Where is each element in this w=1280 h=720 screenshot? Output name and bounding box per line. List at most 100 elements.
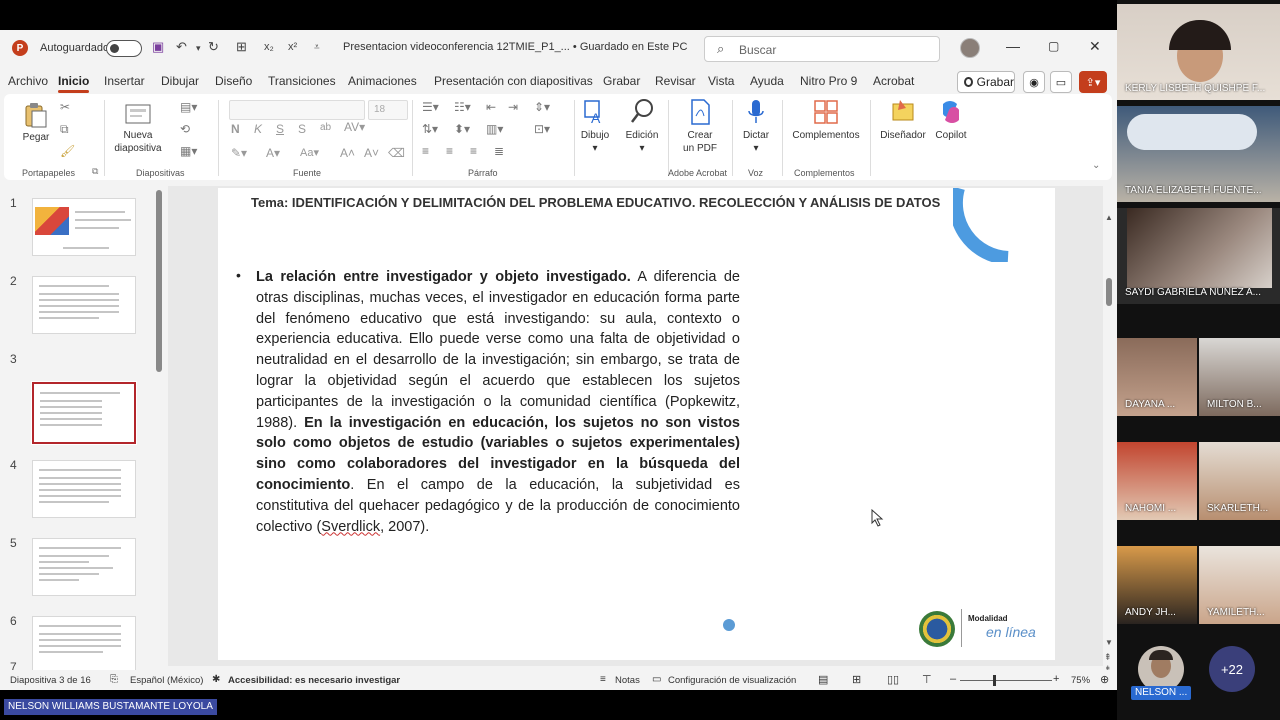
tab-transiciones[interactable]: Transiciones bbox=[268, 74, 336, 88]
increase-indent-icon[interactable]: ⇥ bbox=[508, 100, 518, 114]
justify-icon[interactable]: ≣ bbox=[494, 144, 504, 158]
copy-icon[interactable]: ⧉ bbox=[60, 122, 69, 137]
undo-icon[interactable]: ↶ bbox=[176, 39, 187, 55]
display-settings-button[interactable]: Configuración de visualización bbox=[668, 675, 796, 686]
minimize-icon[interactable]: — bbox=[1006, 38, 1020, 54]
strikethrough-icon[interactable]: S bbox=[298, 122, 306, 136]
comments-icon[interactable]: ▭ bbox=[1050, 71, 1072, 93]
participant-tile[interactable]: MILTON B... bbox=[1199, 338, 1280, 416]
tab-dibujar[interactable]: Dibujar bbox=[161, 74, 199, 88]
reset-icon[interactable]: ⟲ bbox=[180, 122, 190, 136]
dictate-button[interactable]: Dictar ▾ bbox=[738, 98, 774, 155]
more-participants-button[interactable]: +22 bbox=[1209, 646, 1255, 692]
share-icon[interactable]: ⇪▾ bbox=[1079, 71, 1107, 93]
grow-font-icon[interactable]: A˄ bbox=[340, 146, 355, 160]
char-spacing-icon[interactable]: ab bbox=[320, 122, 331, 133]
copilot-button[interactable]: Copilot bbox=[932, 98, 970, 142]
section-icon[interactable]: ▦▾ bbox=[180, 144, 197, 158]
tab-insertar[interactable]: Insertar bbox=[104, 74, 145, 88]
smartart-icon[interactable]: ⊡▾ bbox=[534, 122, 550, 136]
restore-icon[interactable]: ▢ bbox=[1048, 39, 1059, 53]
participant-tile[interactable]: KERLY LISBETH QUISHPE F... bbox=[1117, 4, 1280, 100]
camera-icon[interactable]: ◉ bbox=[1023, 71, 1045, 93]
slide-scrollbar[interactable]: ▲ ▼ ⇞ ⇟ bbox=[1104, 213, 1114, 676]
tab-animaciones[interactable]: Animaciones bbox=[348, 74, 417, 88]
fit-slide-icon[interactable]: ⊕ bbox=[1100, 673, 1109, 686]
align-center-icon[interactable]: ≡ bbox=[446, 144, 453, 158]
drawing-button[interactable]: A Dibujo ▾ bbox=[578, 98, 612, 155]
align-right-icon[interactable]: ≡ bbox=[470, 144, 477, 158]
tab-ayuda[interactable]: Ayuda bbox=[750, 74, 784, 88]
change-case-icon[interactable]: AV▾ bbox=[344, 120, 365, 134]
tab-presentacion[interactable]: Presentación con diapositivas bbox=[434, 74, 593, 88]
highlight-icon[interactable]: ✎▾ bbox=[231, 146, 247, 160]
scroll-down-icon[interactable]: ▼ bbox=[1105, 638, 1113, 647]
start-presentation-icon[interactable]: ⊞ bbox=[236, 39, 247, 55]
line-spacing-icon[interactable]: ⇕▾ bbox=[534, 100, 550, 114]
subscript-icon[interactable]: x₂ bbox=[264, 41, 274, 53]
previous-slide-icon[interactable]: ⇞ bbox=[1104, 652, 1112, 663]
slideshow-icon[interactable]: ⊤ bbox=[922, 673, 932, 686]
normal-view-icon[interactable]: ▤ bbox=[818, 673, 828, 686]
format-painter-icon[interactable]: 🖌 bbox=[60, 144, 75, 158]
participant-tile[interactable]: TANIA ELIZABETH FUENTE... bbox=[1117, 106, 1280, 202]
participant-tile[interactable]: NAHOMI ... bbox=[1117, 442, 1197, 520]
tab-inicio[interactable]: Inicio bbox=[58, 74, 90, 93]
record-button[interactable]: Grabar bbox=[957, 71, 1015, 93]
align-left-icon[interactable]: ≡ bbox=[422, 144, 429, 158]
zoom-out-icon[interactable]: – bbox=[950, 673, 956, 685]
zoom-slider-knob[interactable] bbox=[993, 675, 996, 686]
zoom-level[interactable]: 75% bbox=[1071, 675, 1090, 686]
dialog-launcher-icon[interactable]: ⧉ bbox=[92, 166, 98, 177]
new-slide-button[interactable]: Nueva diapositiva bbox=[110, 102, 166, 155]
participant-tile[interactable]: SKARLETH... bbox=[1199, 442, 1280, 520]
clear-format-icon[interactable]: ⌫ bbox=[388, 146, 405, 160]
save-icon[interactable]: ▣ bbox=[152, 39, 164, 55]
current-slide[interactable]: Tema: IDENTIFICACIÓN Y DELIMITACIÓN DEL … bbox=[218, 188, 1055, 660]
zoom-slider[interactable] bbox=[960, 680, 1052, 681]
participant-tile[interactable]: ANDY JH... bbox=[1117, 546, 1197, 624]
slide-sorter-icon[interactable]: ⊞ bbox=[852, 673, 861, 686]
slide-title[interactable]: Tema: IDENTIFICACIÓN Y DELIMITACIÓN DEL … bbox=[251, 194, 951, 211]
spelling-icon[interactable]: ⎘ bbox=[110, 674, 118, 685]
tab-archivo[interactable]: Archivo bbox=[8, 74, 48, 88]
shrink-font-icon[interactable]: A˅ bbox=[364, 146, 379, 160]
slide-thumbnail-2[interactable] bbox=[32, 276, 136, 334]
slide-thumbnail-5[interactable] bbox=[32, 538, 136, 596]
slide-thumbnail-1[interactable] bbox=[32, 198, 136, 256]
slide-thumbnail-3[interactable] bbox=[31, 381, 137, 445]
font-size-select[interactable]: 18 bbox=[368, 100, 408, 120]
align-text-icon[interactable]: ⬍▾ bbox=[454, 122, 470, 136]
columns-icon[interactable]: ▥▾ bbox=[486, 122, 503, 136]
scroll-up-icon[interactable]: ▲ bbox=[1105, 213, 1113, 222]
designer-button[interactable]: Diseñador bbox=[878, 98, 928, 142]
editing-button[interactable]: Edición ▾ bbox=[624, 98, 660, 155]
accessibility-status[interactable]: Accesibilidad: es necesario investigar bbox=[228, 675, 400, 686]
text-direction-icon[interactable]: ⇅▾ bbox=[422, 122, 438, 136]
document-title[interactable]: Presentacion videoconferencia 12TMIE_P1_… bbox=[343, 41, 687, 53]
decrease-indent-icon[interactable]: ⇤ bbox=[486, 100, 496, 114]
create-pdf-button[interactable]: Crear un PDF bbox=[680, 98, 720, 155]
autosave-toggle[interactable] bbox=[106, 40, 142, 57]
undo-dropdown-icon[interactable]: ▾ bbox=[196, 43, 201, 54]
reading-view-icon[interactable]: ▯▯ bbox=[887, 673, 899, 686]
tab-vista[interactable]: Vista bbox=[708, 74, 734, 88]
account-avatar[interactable] bbox=[960, 38, 980, 58]
italic-icon[interactable]: K bbox=[254, 122, 262, 136]
font-case-icon[interactable]: Aa▾ bbox=[300, 146, 319, 159]
tab-nitro[interactable]: Nitro Pro 9 bbox=[800, 74, 857, 88]
participant-tile[interactable]: YAMILETH... bbox=[1199, 546, 1280, 624]
search-box[interactable]: ⌕ Buscar bbox=[704, 36, 940, 62]
underline-icon[interactable]: S bbox=[276, 122, 284, 136]
bullets-icon[interactable]: ☰▾ bbox=[422, 100, 439, 114]
tab-revisar[interactable]: Revisar bbox=[655, 74, 696, 88]
numbering-icon[interactable]: ☷▾ bbox=[454, 100, 471, 114]
slide-body-text[interactable]: La relación entre investigador y objeto … bbox=[256, 267, 740, 537]
participant-tile[interactable]: DAYANA ... bbox=[1117, 338, 1197, 416]
collapse-ribbon-icon[interactable]: ⌄ bbox=[1092, 160, 1100, 171]
tab-diseno[interactable]: Diseño bbox=[215, 74, 252, 88]
redo-icon[interactable]: ↻ bbox=[208, 39, 219, 55]
close-icon[interactable]: ✕ bbox=[1089, 38, 1101, 55]
slide-thumbnail-4[interactable] bbox=[32, 460, 136, 518]
layout-icon[interactable]: ▤▾ bbox=[180, 100, 197, 114]
